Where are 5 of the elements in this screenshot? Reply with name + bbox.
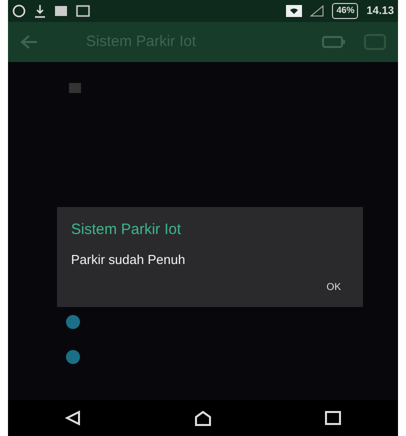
dialog-title: Sistem Parkir Iot (71, 220, 182, 240)
ok-button[interactable]: OK (318, 276, 349, 299)
clock-text: 14.13 (366, 4, 394, 19)
dialog-message: Parkir sudah Penuh (71, 250, 186, 268)
battery-indicator: 46% (332, 3, 358, 19)
